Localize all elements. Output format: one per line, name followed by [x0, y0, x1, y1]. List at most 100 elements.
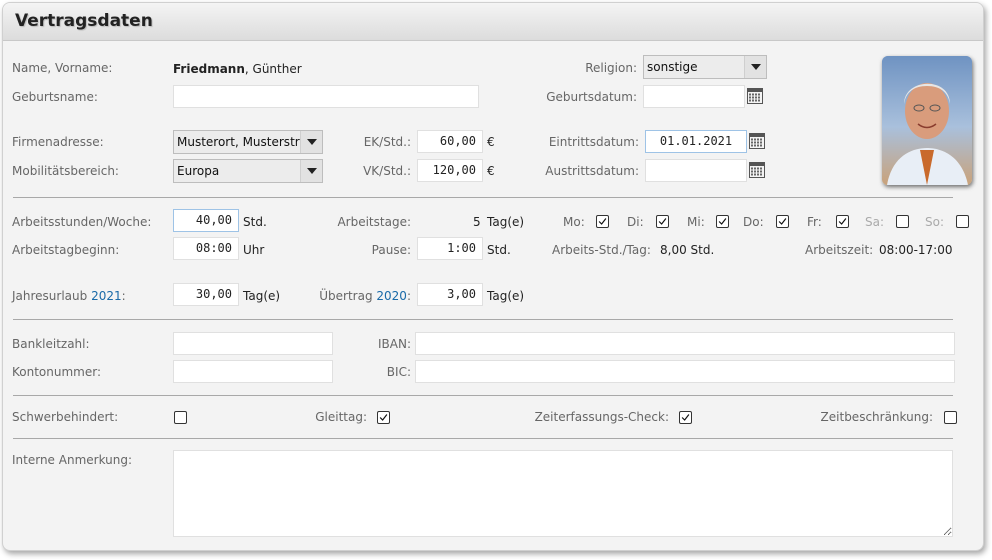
workday-start-input[interactable]: 08:00 — [173, 237, 239, 260]
break-label: Pause: — [371, 243, 411, 257]
hours-week-input[interactable]: 40,00 — [173, 209, 239, 232]
mobility-label: Mobilitätsbereich: — [12, 164, 119, 178]
hours-per-day-value: 8,00 Std. — [660, 243, 715, 257]
account-number-label: Kontonummer: — [12, 365, 102, 379]
hours-per-day-label: Arbeits-Std./Tag: — [552, 243, 651, 257]
divider — [13, 197, 953, 198]
iban-label: IBAN: — [378, 337, 411, 351]
iban-input[interactable] — [415, 332, 955, 355]
divider — [13, 395, 953, 396]
checkmark-icon — [837, 216, 848, 227]
time-limit-label: Zeitbeschränkung: — [820, 410, 933, 424]
notes-label: Interne Anmerkung: — [12, 453, 133, 467]
religion-select[interactable]: sonstige — [643, 55, 767, 79]
vacation-unit: Tag(e) — [243, 289, 281, 303]
birthdate-input[interactable] — [643, 85, 745, 108]
company-address-label: Firmenadresse: — [12, 135, 104, 149]
calendar-icon[interactable] — [749, 133, 765, 149]
workdays-value: 5 — [473, 215, 481, 229]
worktime-value: 08:00-17:00 — [879, 243, 953, 257]
weekday-checkbox[interactable] — [956, 215, 969, 228]
worktime-label: Arbeitszeit: — [805, 243, 874, 257]
carryover-label: Übertrag 2020: — [303, 288, 411, 304]
bic-label: BIC: — [386, 365, 411, 379]
checkmark-icon — [378, 412, 389, 423]
weekday-checkbox[interactable] — [596, 215, 609, 228]
carryover-label-text: Übertrag — [319, 289, 373, 303]
vk-label: VK/Std.: — [363, 164, 411, 178]
notes-textarea[interactable] — [173, 450, 953, 537]
weekday-label: Sa: — [865, 215, 885, 229]
workdays-unit: Tag(e) — [487, 215, 525, 229]
vacation-label: Jahresurlaub 2021: — [12, 288, 126, 304]
account-number-input[interactable] — [173, 360, 333, 383]
exit-date-input[interactable] — [645, 159, 747, 182]
ek-label: EK/Std.: — [363, 135, 411, 149]
carryover-input[interactable]: 3,00 — [417, 283, 483, 306]
break-input[interactable]: 1:00 — [417, 237, 483, 260]
vacation-year: 2021 — [91, 289, 122, 303]
vk-input[interactable]: 120,00 — [417, 159, 483, 182]
break-unit: Std. — [487, 243, 511, 257]
weekday-checkbox[interactable] — [716, 215, 729, 228]
weekday-checkbox[interactable] — [836, 215, 849, 228]
chevron-down-icon — [744, 56, 766, 78]
chevron-down-icon — [300, 131, 322, 153]
bank-code-label: Bankleitzahl: — [12, 337, 90, 351]
time-limit-checkbox[interactable] — [944, 411, 957, 424]
name-value: Friedmann, Günther — [173, 61, 302, 77]
exit-date-label: Austrittsdatum: — [545, 164, 639, 178]
weekday-label: Do: — [743, 215, 764, 229]
vacation-input[interactable]: 30,00 — [173, 283, 239, 306]
employee-photo — [882, 56, 972, 185]
carryover-unit: Tag(e) — [487, 289, 525, 303]
panel-title: Vertragsdaten — [15, 11, 153, 31]
mobility-select[interactable]: Europa — [173, 159, 323, 183]
religion-value: sonstige — [647, 60, 698, 74]
checkmark-icon — [657, 216, 668, 227]
person-portrait-icon — [882, 56, 972, 185]
last-name: Friedmann — [173, 62, 245, 76]
panel-header: Vertragsdaten — [3, 3, 983, 41]
birthname-input[interactable] — [173, 85, 479, 108]
company-address-value: Musterort, Musterstr — [177, 135, 300, 149]
weekday-label: Mi: — [687, 215, 705, 229]
time-check-label: Zeiterfassungs-Check: — [534, 410, 669, 424]
first-name: , Günther — [244, 62, 302, 76]
weekday-label: So: — [925, 215, 945, 229]
vk-currency: € — [487, 164, 495, 178]
weekday-checkbox[interactable] — [776, 215, 789, 228]
time-check-checkbox[interactable] — [679, 411, 692, 424]
weekday-label: Mo: — [563, 215, 585, 229]
workdays-label: Arbeitstage: — [337, 215, 411, 229]
flextime-checkbox[interactable] — [377, 411, 390, 424]
disabled-checkbox[interactable] — [174, 411, 187, 424]
weekday-label: Di: — [627, 215, 644, 229]
birthdate-label: Geburtsdatum: — [546, 90, 637, 104]
hours-week-label: Arbeitsstunden/Woche: — [12, 215, 152, 229]
flextime-label: Gleittag: — [315, 410, 367, 424]
bank-code-input[interactable] — [173, 332, 333, 355]
vacation-label-colon: : — [121, 289, 126, 303]
divider — [13, 438, 953, 439]
weekday-checkbox[interactable] — [896, 215, 909, 228]
ek-currency: € — [487, 135, 495, 149]
disabled-label: Schwerbehindert: — [12, 410, 119, 424]
calendar-icon[interactable] — [749, 162, 765, 178]
company-address-select[interactable]: Musterort, Musterstr — [173, 130, 323, 154]
divider — [13, 319, 953, 320]
mobility-value: Europa — [177, 164, 220, 178]
entry-date-label: Eintrittsdatum: — [548, 135, 639, 149]
ek-input[interactable]: 60,00 — [417, 130, 483, 153]
workday-start-unit: Uhr — [243, 243, 265, 257]
checkmark-icon — [680, 412, 691, 423]
calendar-icon[interactable] — [747, 88, 763, 104]
checkmark-icon — [597, 216, 608, 227]
weekday-label: Fr: — [807, 215, 822, 229]
checkmark-icon — [717, 216, 728, 227]
weekday-checkbox[interactable] — [656, 215, 669, 228]
entry-date-input[interactable]: 01.01.2021 — [645, 130, 747, 153]
vacation-label-text: Jahresurlaub — [12, 289, 88, 303]
hours-week-unit: Std. — [243, 215, 267, 229]
bic-input[interactable] — [415, 360, 955, 383]
